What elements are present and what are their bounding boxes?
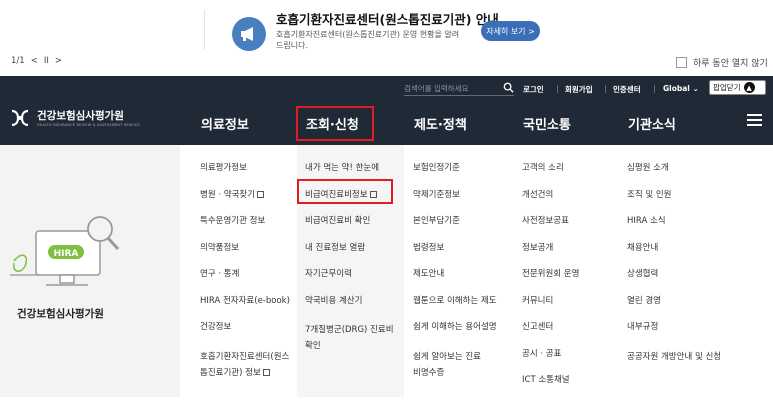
menu-item[interactable]: 의료평가정보 [200, 163, 290, 190]
menu-item[interactable]: HIRA 전자자료(e-book) [200, 296, 290, 323]
menu-item[interactable]: 상생협력 [627, 269, 727, 296]
menu-item[interactable]: 조직 및 인원 [627, 190, 727, 217]
menu-item[interactable]: 신고센터 [522, 322, 579, 349]
menu-item[interactable]: HIRA 소식 [627, 216, 727, 243]
divider [557, 85, 558, 93]
menu-item[interactable]: 비급여진료비 확인 [305, 216, 401, 243]
nav-policy[interactable]: 제도·정책 [414, 114, 467, 133]
popup-banner: 호흡기환자진료센터(원스톱진료기관) 안내 호흡기환자진료센터(원스톱진료기관)… [0, 0, 773, 76]
menu-item[interactable]: 내 진료정보 열람 [305, 243, 401, 270]
divider [605, 85, 606, 93]
menu-item[interactable]: 전문위원회 운영 [522, 269, 579, 296]
menu-item-label: 호흡기환자진료센터(원스톱진료기관) 정보 [200, 351, 290, 378]
menu-item[interactable]: 특수운영기관 정보 [200, 216, 290, 243]
certification-link[interactable]: 인증센터 [613, 84, 641, 95]
menu-item[interactable]: 내가 먹는 약! 한눈에 [305, 163, 401, 190]
menu-item[interactable]: 의약품정보 [200, 243, 290, 270]
megaphone-icon [232, 17, 266, 51]
column-policy: 보험인정기준 약제기준정보 본인부담기준 법령정보 제도안내 웹툰으로 이해하는… [413, 163, 497, 381]
menu-item[interactable]: 법령정보 [413, 243, 497, 270]
global-label: Global [663, 84, 690, 93]
menu-item[interactable]: 사전정보공표 [522, 216, 579, 243]
chevron-up-icon: ▲ [743, 82, 755, 93]
external-link-icon [369, 190, 377, 198]
next-button[interactable]: > [55, 56, 62, 66]
menu-item[interactable]: 본인부담기준 [413, 216, 497, 243]
menu-item[interactable]: 커뮤니티 [522, 296, 579, 323]
menu-item[interactable]: 제도안내 [413, 269, 497, 296]
popup-close-button[interactable]: 팝업닫기 ▲ [709, 80, 766, 95]
signup-link[interactable]: 회원가입 [565, 84, 593, 95]
site-header: 로그인 회원가입 인증센터 Global ⌄ 팝업닫기 ▲ 건강보험심사평가원 … [0, 76, 773, 145]
menu-item[interactable]: 쉽게 이해하는 용어설명 [413, 322, 497, 349]
detail-button[interactable]: 자세히 보기 > [481, 21, 540, 41]
nav-news[interactable]: 기관소식 [628, 114, 676, 133]
menu-item[interactable]: 채용안내 [627, 243, 727, 270]
menu-item-label: 비급여진료비정보 [305, 189, 368, 200]
hamburger-menu-icon[interactable] [747, 114, 762, 127]
menu-item[interactable]: 정보공개 [522, 243, 579, 270]
hira-monitor-icon: HIRA [10, 216, 120, 286]
nav-communication[interactable]: 국민소통 [523, 114, 571, 133]
column-communication: 고객의 소리 개선건의 사전정보공표 정보공개 전문위원회 운영 커뮤니티 신고… [522, 163, 579, 402]
logo-mark-icon [11, 109, 29, 126]
menu-item[interactable]: 약국비용 계산기 [305, 296, 401, 323]
dont-show-checkbox[interactable] [676, 57, 687, 68]
menu-item[interactable]: 호흡기환자진료센터(원스톱진료기관) 정보 [200, 349, 290, 381]
menu-item[interactable]: 고객의 소리 [522, 163, 579, 190]
site-logo[interactable]: 건강보험심사평가원 HEALTH INSURANCE REVIEW & ASSE… [9, 108, 140, 127]
menu-item[interactable]: 웹툰으로 이해하는 제도 [413, 296, 497, 323]
popup-pager: 1/1 < II > [11, 56, 62, 66]
menu-item[interactable]: 연구 · 통계 [200, 269, 290, 296]
login-link[interactable]: 로그인 [523, 84, 544, 95]
column-inquiry-application: 내가 먹는 약! 한눈에 비급여진료비정보 비급여진료비 확인 내 진료정보 열… [305, 163, 401, 354]
menu-item[interactable]: 보험인정기준 [413, 163, 497, 190]
menu-item[interactable]: 개선건의 [522, 190, 579, 217]
popup-close-label: 팝업닫기 [713, 83, 741, 92]
menu-item[interactable]: 심평원 소개 [627, 163, 727, 190]
menu-item[interactable]: 비급여진료비정보 [305, 190, 401, 217]
divider [204, 10, 205, 50]
external-link-icon [257, 190, 265, 198]
menu-item[interactable]: 쉽게 알아보는 진료비명수증 [413, 349, 485, 381]
menu-item[interactable]: 병원 · 약국찾기 [200, 190, 290, 217]
menu-item[interactable]: ICT 소통채널 [522, 375, 579, 402]
dont-show-label: 하루 동안 열지 않기 [693, 59, 768, 69]
chevron-down-icon: ⌄ [692, 84, 699, 93]
column-medical-info: 의료평가정보 병원 · 약국찾기 특수운영기관 정보 의약품정보 연구 · 통계… [200, 163, 290, 381]
utility-bar: 로그인 회원가입 인증센터 Global ⌄ 팝업닫기 ▲ [0, 80, 773, 99]
menu-item[interactable]: 자기근무이력 [305, 269, 401, 296]
mega-menu: HIRA 건강보험심사평가원 의료평가정보 병원 · 약국찾기 특수운영기관 정… [0, 145, 773, 397]
popup-title: 호흡기환자진료센터(원스톱진료기관) 안내 [276, 12, 499, 27]
external-link-icon [262, 368, 270, 376]
menu-item[interactable]: 7개질병군(DRG) 진료비 확인 [305, 322, 401, 354]
mega-menu-promo: HIRA 건강보험심사평가원 [0, 145, 180, 397]
hira-badge: HIRA [54, 249, 79, 259]
dont-show-today[interactable]: 하루 동안 열지 않기 [676, 56, 768, 69]
menu-item-label: 병원 · 약국찾기 [200, 189, 256, 200]
logo-subtitle: HEALTH INSURANCE REVIEW & ASSESSMENT SER… [37, 123, 140, 127]
nav-medical-info[interactable]: 의료정보 [201, 114, 249, 133]
pause-button[interactable]: II [44, 56, 49, 66]
column-news: 심평원 소개 조직 및 인원 HIRA 소식 채용안내 상생협력 열린 경영 내… [627, 163, 727, 365]
prev-button[interactable]: < [31, 56, 38, 66]
pager-count: 1/1 [11, 56, 25, 66]
menu-item[interactable]: 약제기준정보 [413, 190, 497, 217]
menu-item[interactable]: 열린 경영 [627, 296, 727, 323]
menu-item[interactable]: 공공자원 개방안내 및 신청 [627, 349, 727, 365]
popup-description: 호흡기환자진료센터(원스톱진료기관) 운영 현황을 알려드립니다. [276, 30, 460, 50]
logo-name: 건강보험심사평가원 [37, 110, 124, 122]
global-menu[interactable]: Global ⌄ [663, 84, 699, 93]
mega-menu-org-name: 건강보험심사평가원 [17, 308, 104, 320]
menu-item[interactable]: 공시 · 공표 [522, 349, 579, 376]
search-input[interactable] [404, 82, 514, 96]
search-icon[interactable] [503, 82, 514, 93]
menu-item[interactable]: 내부규정 [627, 322, 727, 349]
divider [654, 85, 655, 93]
menu-item[interactable]: 건강정보 [200, 322, 290, 349]
nav-inquiry-application[interactable]: 조회·신청 [306, 114, 359, 133]
